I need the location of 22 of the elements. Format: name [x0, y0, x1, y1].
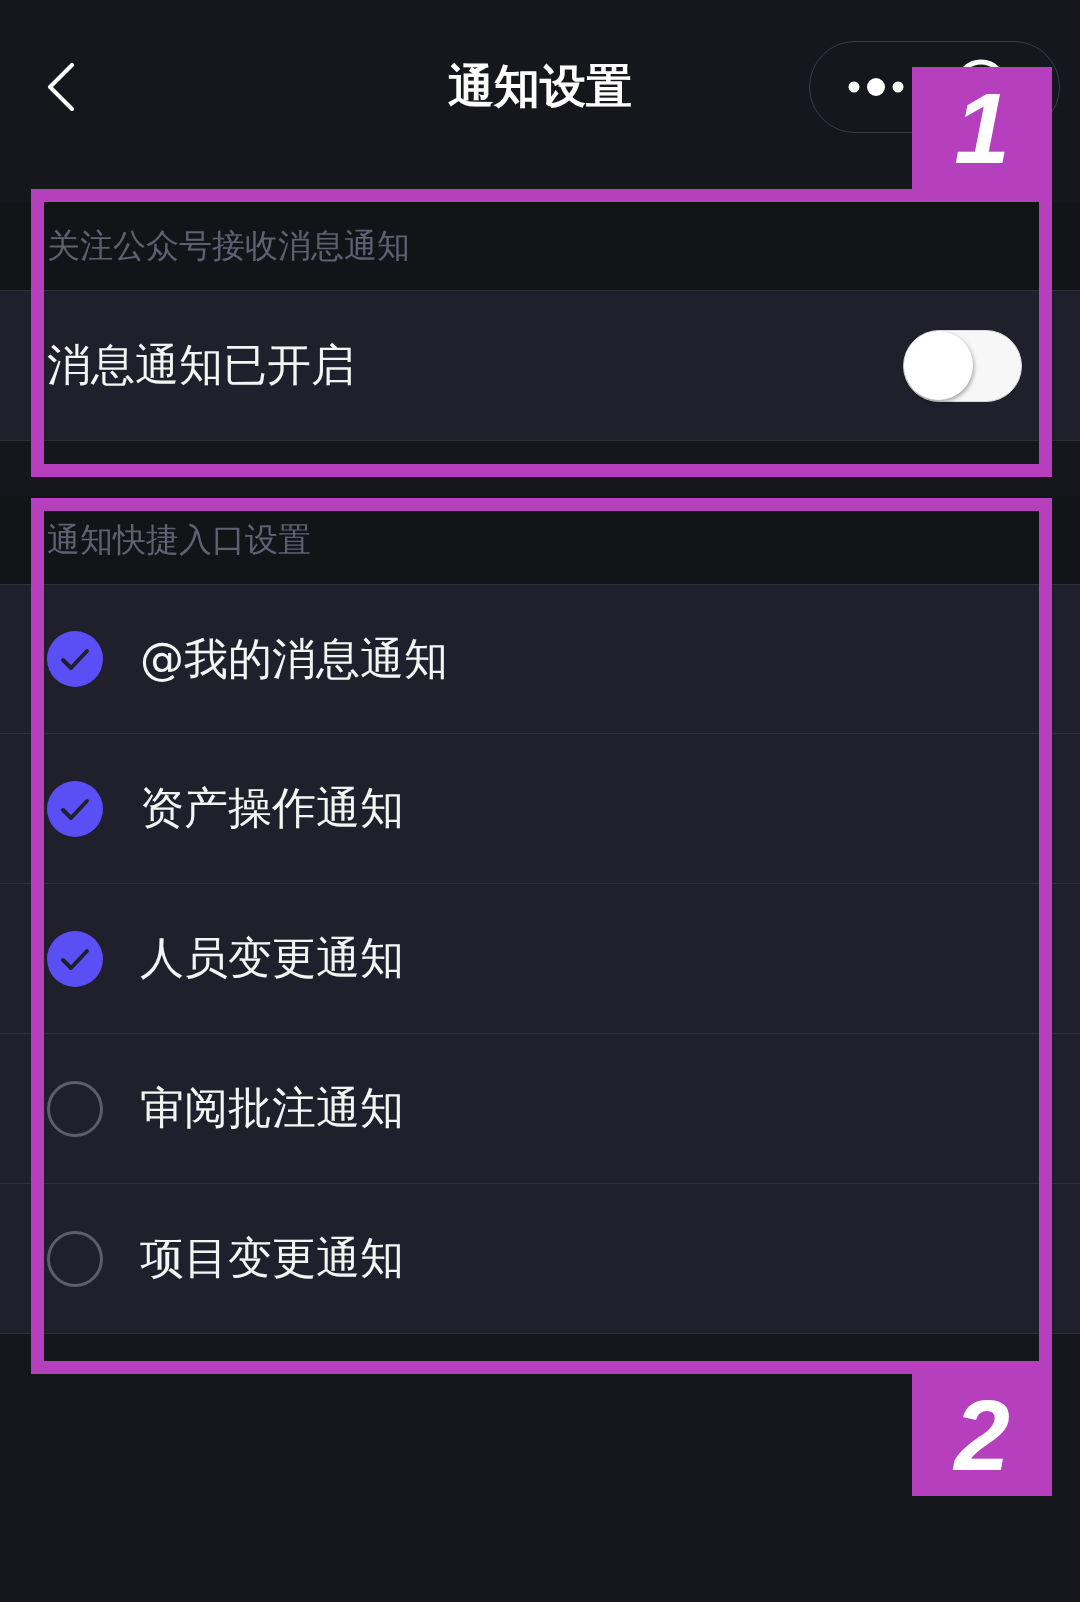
check-circle-icon[interactable] [47, 631, 103, 687]
option-row[interactable]: 人员变更通知 [0, 884, 1080, 1034]
option-label: @我的消息通知 [140, 631, 448, 686]
back-icon[interactable] [47, 63, 75, 111]
option-label: 资产操作通知 [140, 781, 404, 835]
check-circle-icon[interactable] [47, 930, 103, 987]
section-header: 关注公众号接收消息通知 [0, 202, 1080, 290]
circle-icon[interactable] [47, 1080, 103, 1137]
option-row[interactable]: 项目变更通知 [0, 1184, 1080, 1334]
option-label: 项目变更通知 [140, 1231, 404, 1285]
check-circle-icon[interactable] [47, 780, 103, 837]
option-row[interactable]: @我的消息通知 [0, 584, 1080, 734]
annotation-tag: 1 [912, 67, 1052, 189]
setting-label: 消息通知已开启 [47, 338, 355, 392]
annotation-tag: 2 [912, 1374, 1052, 1496]
circle-icon[interactable] [47, 1230, 103, 1287]
page-title: 通知设置 [448, 58, 632, 115]
more-icon[interactable] [848, 77, 904, 97]
option-row[interactable]: 审阅批注通知 [0, 1034, 1080, 1184]
option-row[interactable]: 资产操作通知 [0, 734, 1080, 884]
option-label: 审阅批注通知 [140, 1081, 404, 1135]
option-label: 人员变更通知 [140, 931, 404, 985]
